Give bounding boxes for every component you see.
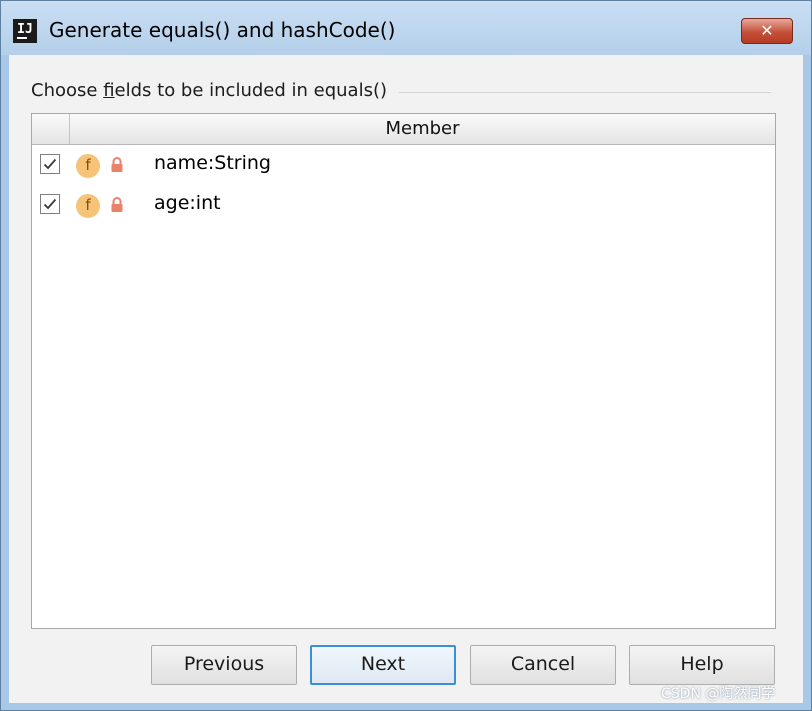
- logo-text: IJ: [17, 22, 33, 37]
- checkmark-icon: [43, 158, 57, 170]
- table-header: Member: [32, 114, 775, 145]
- member-table[interactable]: Member f name:String f age:int: [31, 113, 776, 629]
- fields-group-label: Choose fields to be included in equals(): [31, 80, 396, 101]
- group-label-mnemonic: f: [103, 80, 115, 101]
- help-button[interactable]: Help: [629, 645, 775, 685]
- row-label: age:int: [154, 192, 221, 214]
- row-checkbox[interactable]: [40, 154, 60, 174]
- lock-icon: [111, 157, 123, 172]
- table-row[interactable]: f age:int: [32, 186, 775, 226]
- title-bar[interactable]: IJ Generate equals() and hashCode() ✕: [1, 1, 811, 55]
- header-member-column[interactable]: Member: [70, 114, 775, 144]
- row-checkbox[interactable]: [40, 194, 60, 214]
- previous-button[interactable]: Previous: [151, 645, 297, 685]
- next-button[interactable]: Next: [310, 645, 456, 685]
- dialog-body: Choose fields to be included in equals()…: [9, 55, 803, 703]
- group-separator: [399, 92, 771, 93]
- window-title: Generate equals() and hashCode(): [49, 18, 396, 42]
- watermark: CSDN @陶然同学: [661, 686, 776, 702]
- checkmark-icon: [43, 198, 57, 210]
- header-checkbox-column[interactable]: [32, 114, 70, 144]
- dialog-window: IJ Generate equals() and hashCode() ✕ Ch…: [0, 0, 812, 711]
- field-icon: f: [76, 194, 100, 218]
- cancel-button[interactable]: Cancel: [470, 645, 616, 685]
- group-label-prefix: Choose: [31, 80, 104, 101]
- close-button[interactable]: ✕: [741, 18, 793, 44]
- row-label: name:String: [154, 152, 271, 174]
- field-icon: f: [76, 154, 100, 178]
- group-label-suffix: ields to be included in equals(): [114, 80, 388, 101]
- lock-icon: [111, 197, 123, 212]
- table-row[interactable]: f name:String: [32, 146, 775, 186]
- intellij-logo-icon: IJ: [13, 19, 37, 43]
- close-icon: ✕: [760, 21, 774, 40]
